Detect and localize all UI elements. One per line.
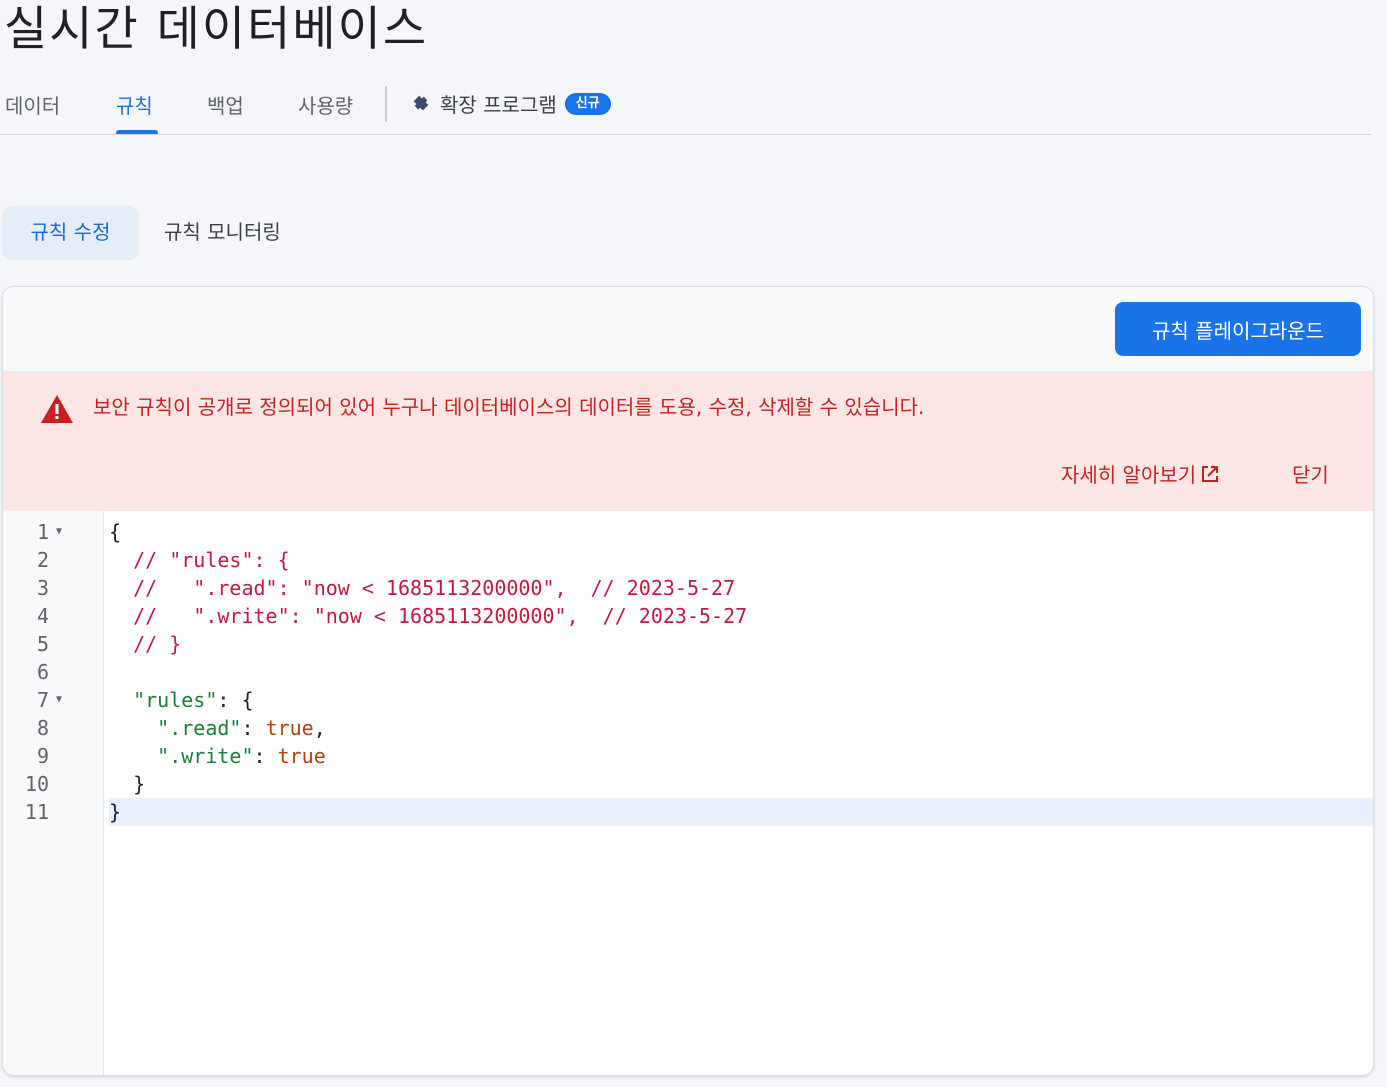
active-tab-indicator — [116, 130, 158, 134]
code-line: { — [109, 520, 122, 544]
tab-divider — [385, 86, 387, 122]
tab-backup[interactable]: 백업 — [207, 90, 244, 119]
code-line: // ".write": "now < 1685113200000", // 2… — [109, 604, 748, 628]
code-key: ".write" — [157, 744, 254, 768]
security-warning-banner: 보안 규칙이 공개로 정의되어 있어 누구나 데이터베이스의 데이터를 도용, … — [3, 371, 1373, 511]
puzzle-icon — [413, 95, 429, 110]
line-number: 5 — [36, 632, 49, 656]
code-editor[interactable]: 1 ▼ 2 3 4 5 6 7 ▼ 8 9 10 11 { // "rules"… — [3, 511, 1373, 1075]
code-value: true — [277, 744, 326, 768]
warning-icon — [41, 395, 73, 423]
line-number: 10 — [24, 772, 49, 796]
tab-extensions-label: 확장 프로그램 — [440, 93, 557, 117]
code-line: "rules": { — [109, 686, 1373, 714]
tab-data[interactable]: 데이터 — [5, 90, 60, 119]
line-number-gutter: 1 ▼ 2 3 4 5 6 7 ▼ 8 9 10 11 — [3, 511, 104, 1075]
code-key: ".read" — [157, 716, 242, 740]
code-line: // "rules": { — [109, 548, 290, 572]
line-number: 6 — [36, 660, 49, 684]
line-number: 8 — [36, 716, 49, 740]
line-number: 3 — [36, 576, 49, 600]
line-number: 7 — [36, 688, 49, 712]
open-in-new-icon — [1202, 465, 1219, 482]
learn-more-link[interactable]: 자세히 알아보기 — [1061, 459, 1220, 488]
warning-message: 보안 규칙이 공개로 정의되어 있어 누구나 데이터베이스의 데이터를 도용, … — [93, 395, 925, 419]
code-line-current: } — [109, 798, 1373, 826]
new-badge: 신규 — [564, 92, 611, 115]
code-value: true — [265, 716, 314, 740]
code-punct: : { — [217, 688, 254, 712]
code-line: // } — [109, 632, 182, 656]
learn-more-label: 자세히 알아보기 — [1061, 463, 1197, 487]
code-punct: : — [253, 744, 278, 768]
fold-arrow-icon[interactable]: ▼ — [56, 686, 62, 714]
code-punct: , — [313, 716, 326, 740]
code-line: ".read": true, — [109, 714, 1373, 742]
fold-arrow-icon[interactable]: ▼ — [56, 518, 62, 546]
tab-usage[interactable]: 사용량 — [298, 90, 353, 119]
line-number: 11 — [24, 800, 49, 824]
code-line: ".write": true — [109, 742, 1373, 770]
rules-playground-button[interactable]: 규칙 플레이그라운드 — [1115, 302, 1361, 356]
code-key: "rules" — [133, 688, 218, 712]
rules-editor-card: 규칙 플레이그라운드 보안 규칙이 공개로 정의되어 있어 누구나 데이터베이스… — [2, 286, 1374, 1076]
page-title: 실시간 데이터베이스 — [4, 2, 429, 57]
tab-extensions[interactable]: 확장 프로그램 신규 — [410, 89, 611, 118]
line-number: 2 — [36, 548, 49, 572]
line-number: 1 — [36, 520, 49, 544]
tab-rules[interactable]: 규칙 — [116, 90, 153, 119]
subtab-monitor-rules[interactable]: 규칙 모니터링 — [164, 206, 281, 260]
code-line: // ".read": "now < 1685113200000", // 20… — [109, 576, 736, 600]
code-line: } — [109, 772, 146, 796]
close-warning-button[interactable]: 닫기 — [1292, 459, 1329, 488]
top-tab-bar: 데이터 규칙 백업 사용량 확장 프로그램 신규 — [0, 82, 1371, 135]
subtab-edit-rules[interactable]: 규칙 수정 — [2, 206, 139, 260]
card-toolbar: 규칙 플레이그라운드 — [3, 287, 1373, 371]
line-number: 4 — [36, 604, 49, 628]
code-punct: : — [241, 716, 266, 740]
line-number: 9 — [36, 744, 49, 768]
